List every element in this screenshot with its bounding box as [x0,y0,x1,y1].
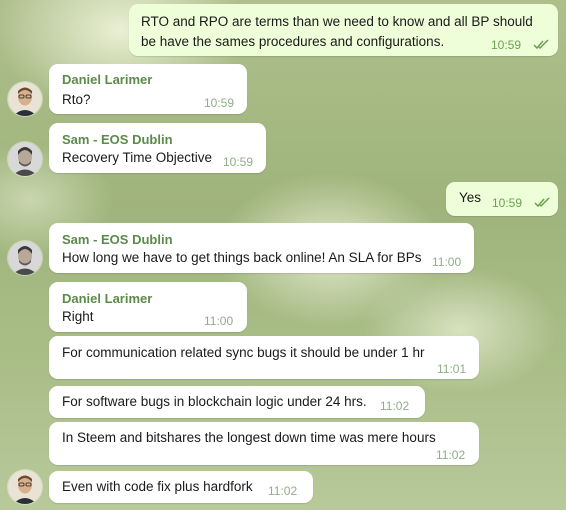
avatar[interactable] [8,470,42,504]
incoming-message[interactable]: For software bugs in blockchain logic un… [49,386,425,418]
sam-eos-dublin-avatar-icon [8,142,42,176]
message-time: 11:02 [268,484,298,498]
message-time: 10:59 [204,96,235,110]
sender-name[interactable]: Daniel Larimer [62,72,152,87]
outgoing-message[interactable]: Yes 10:59 [446,182,558,216]
double-check-icon [534,197,550,208]
message-time: 10:59 [491,38,522,52]
message-text: How long we have to get things back onli… [62,250,422,265]
avatar[interactable] [8,82,42,116]
message-time: 11:02 [380,399,410,413]
sender-name[interactable]: Sam - EOS Dublin [62,232,173,247]
incoming-message[interactable]: In Steem and bitshares the longest down … [49,422,479,465]
avatar[interactable] [8,142,42,176]
daniel-larimer-avatar-icon [8,82,42,116]
incoming-message[interactable]: Even with code fix plus hardfork 11:02 [49,471,313,503]
message-time: 11:02 [436,448,466,462]
message-text: Recovery Time Objective [62,150,213,165]
outgoing-message[interactable]: RTO and RPO are terms than we need to kn… [129,4,558,56]
message-text: For communication related sync bugs it s… [62,345,425,360]
message-time: 11:00 [204,314,234,328]
message-time: 10:59 [492,196,523,210]
sender-name[interactable]: Sam - EOS Dublin [62,132,173,147]
message-time: 11:00 [432,255,462,269]
avatar[interactable] [8,241,42,275]
sam-eos-dublin-avatar-icon [8,241,42,275]
incoming-message[interactable]: Sam - EOS Dublin Recovery Time Objective… [49,123,266,173]
double-check-icon [533,39,549,50]
daniel-larimer-avatar-icon [8,470,42,504]
incoming-message[interactable]: Daniel Larimer Right 11:00 [49,282,247,332]
message-text: RTO and RPO are terms than we need to kn… [141,14,533,29]
message-text: Right [62,309,94,324]
message-text: Yes [459,190,482,205]
message-text: Even with code fix plus hardfork [62,479,253,494]
incoming-message[interactable]: Daniel Larimer Rto? 10:59 [49,64,247,114]
incoming-message[interactable]: Sam - EOS Dublin How long we have to get… [49,223,474,273]
message-text: For software bugs in blockchain logic un… [62,394,367,409]
incoming-message[interactable]: For communication related sync bugs it s… [49,336,479,379]
message-text: In Steem and bitshares the longest down … [62,430,436,445]
message-text: Rto? [62,92,91,107]
sender-name[interactable]: Daniel Larimer [62,291,152,306]
message-time: 10:59 [223,155,254,169]
message-time: 11:01 [437,362,467,376]
message-text: be have the sames procedures and configu… [141,34,445,49]
